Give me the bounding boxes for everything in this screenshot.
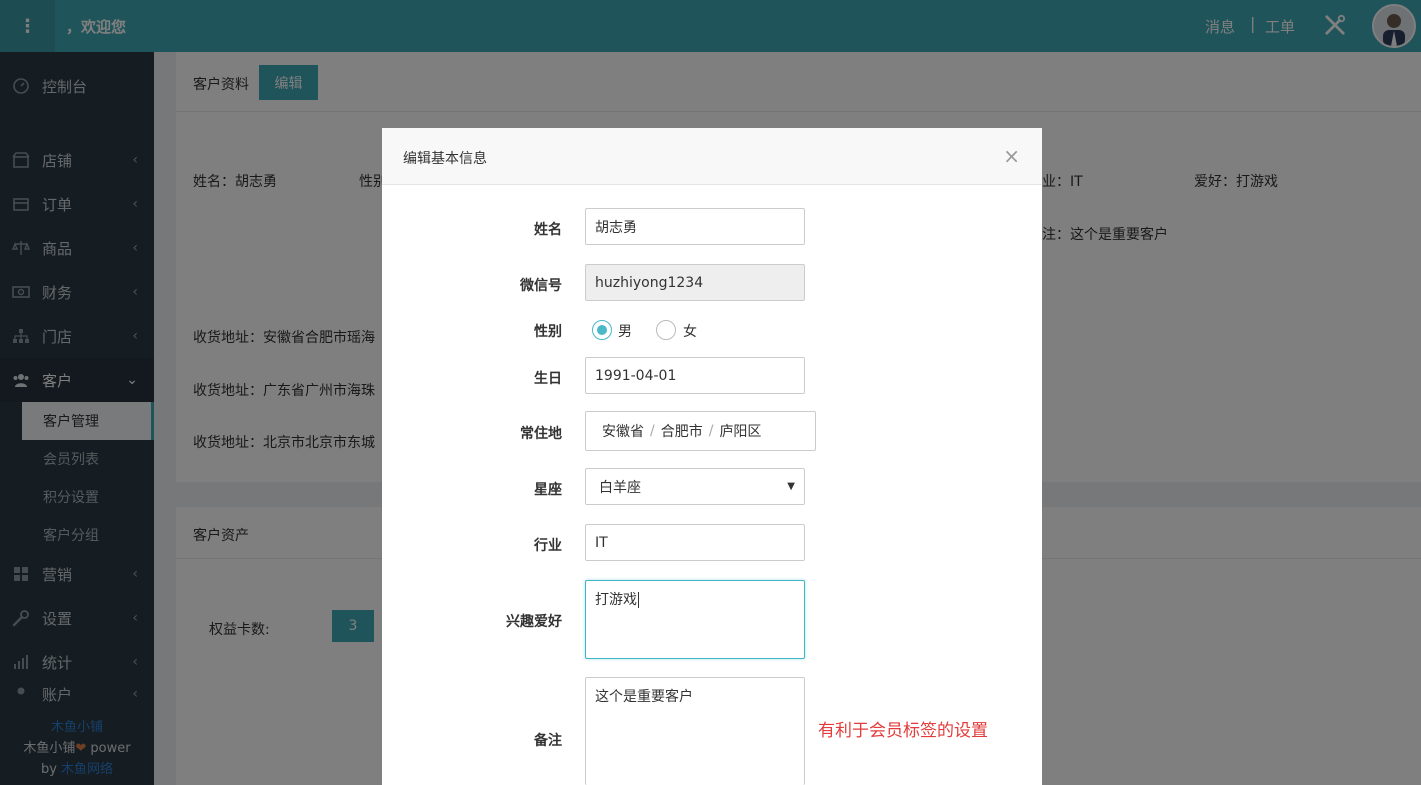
residence-city: 合肥市 xyxy=(660,424,703,440)
hobby-value: 打游戏 xyxy=(595,592,637,608)
gender-male-radio[interactable] xyxy=(592,320,612,340)
zodiac-label: 星座 xyxy=(534,482,562,498)
wechat-label: 微信号 xyxy=(520,278,562,294)
industry-label: 行业 xyxy=(534,538,562,554)
name-label: 姓名 xyxy=(534,222,562,238)
remark-label: 备注 xyxy=(534,733,562,749)
birthday-label: 生日 xyxy=(534,371,562,387)
residence-label: 常住地 xyxy=(520,426,562,442)
caret-down-icon: ▼ xyxy=(787,481,795,492)
gender-female-label[interactable]: 女 xyxy=(683,321,697,341)
edit-basic-info-modal: 编辑基本信息 × 姓名 胡志勇 微信号 huzhiyong1234 性别 男 女… xyxy=(382,128,1042,785)
text-cursor xyxy=(638,592,639,608)
industry-input[interactable]: IT xyxy=(585,524,805,561)
hobby-textarea[interactable]: 打游戏 xyxy=(585,580,805,659)
residence-province: 安徽省 xyxy=(602,424,644,440)
gender-male-label[interactable]: 男 xyxy=(618,321,632,341)
modal-title: 编辑基本信息 xyxy=(403,151,487,167)
zodiac-select[interactable]: 白羊座 ▼ xyxy=(585,468,805,505)
residence-separator: / xyxy=(708,423,714,439)
residence-cascader[interactable]: 安徽省 / 合肥市 / 庐阳区 xyxy=(585,411,816,451)
residence-district: 庐阳区 xyxy=(719,424,762,440)
remark-tip: 有利于会员标签的设置 xyxy=(818,721,988,741)
residence-separator: / xyxy=(650,423,655,439)
hobby-label: 兴趣爱好 xyxy=(506,614,562,630)
wechat-input: huzhiyong1234 xyxy=(585,264,805,301)
gender-label: 性别 xyxy=(534,324,562,340)
name-input[interactable]: 胡志勇 xyxy=(585,208,805,245)
zodiac-selected-value: 白羊座 xyxy=(599,479,641,496)
gender-female-radio[interactable] xyxy=(656,320,676,340)
remark-textarea[interactable]: 这个是重要客户 xyxy=(585,677,805,785)
modal-header: 编辑基本信息 × xyxy=(382,128,1042,185)
close-icon[interactable]: × xyxy=(1003,144,1020,168)
birthday-input[interactable]: 1991-04-01 xyxy=(585,357,805,394)
